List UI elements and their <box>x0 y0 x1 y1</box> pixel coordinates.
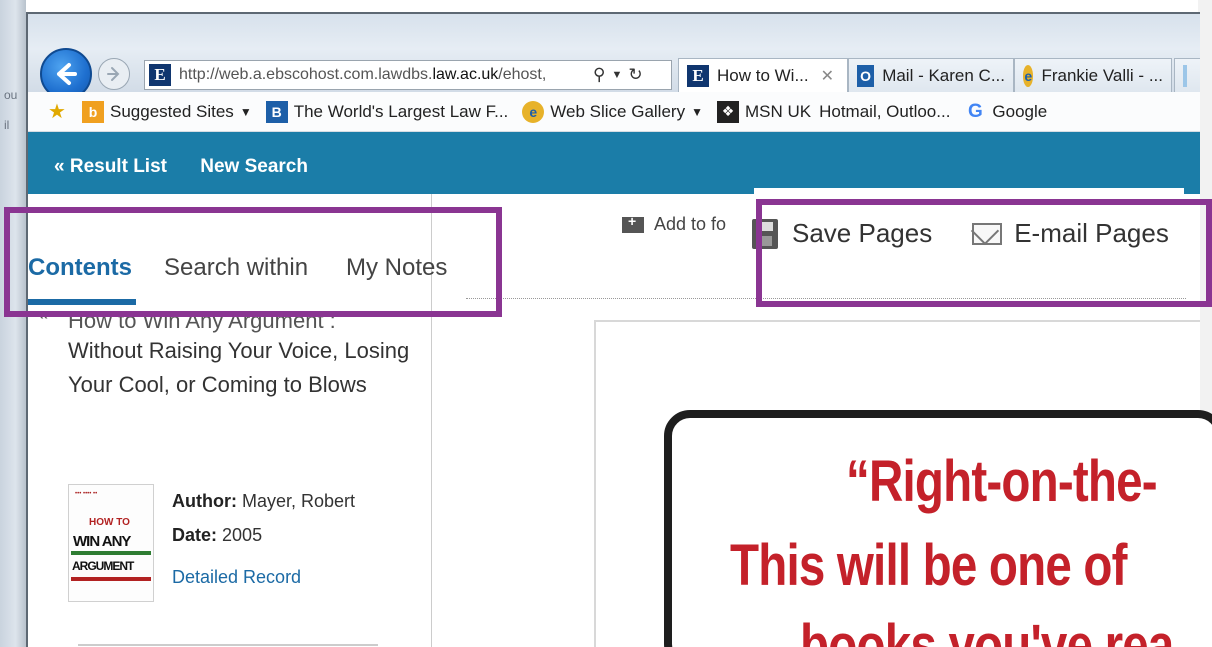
date-label: Date: <box>172 525 218 545</box>
new-search-link[interactable]: New Search <box>200 156 308 177</box>
msn-icon: ❖ <box>716 100 739 123</box>
refresh-icon[interactable]: ↻ <box>628 65 642 85</box>
author-label: Author: <box>172 491 237 511</box>
highlight-box-panel-tabs <box>4 207 502 317</box>
cover-band <box>71 551 151 555</box>
favorites-star-icon[interactable]: ★ <box>46 101 74 123</box>
favorite-label: Google <box>992 101 1048 121</box>
tab-how-to-win[interactable]: E How to Wi... ✕ <box>678 58 848 92</box>
page-text-line-2: This will be one of <box>730 533 1127 598</box>
book-meta: Author: Mayer, Robert Date: 2005 Detaile… <box>172 484 355 594</box>
ebsco-nav-bar: « Result List New Search <box>28 132 1200 194</box>
favorite-google[interactable]: G Google <box>964 101 1047 123</box>
tab-label: Frankie Valli - ... <box>1041 65 1163 85</box>
address-bar[interactable]: E http://web.a.ebscohost.com.lawdbs.law.… <box>144 60 672 90</box>
arrow-left-icon <box>57 63 77 85</box>
divider <box>78 644 378 646</box>
highlight-box-page-tools <box>756 199 1212 307</box>
favorite-hotmail[interactable]: Hotmail, Outloo... <box>819 102 950 122</box>
favorite-label: Suggested Sites <box>110 101 234 121</box>
author-value: Mayer, Robert <box>242 491 356 511</box>
ie-icon: e <box>1023 64 1034 87</box>
favorite-law-firm[interactable]: B The World's Largest Law F... <box>265 100 509 123</box>
detailed-record-link[interactable]: Detailed Record <box>172 560 355 594</box>
desktop-glyph: il <box>4 118 10 132</box>
close-icon[interactable]: ✕ <box>821 66 834 86</box>
tab-frankie-valli[interactable]: e Frankie Valli - ... <box>1014 58 1172 92</box>
folder-add-icon <box>622 213 644 233</box>
result-list-link[interactable]: « Result List <box>54 156 167 177</box>
favorite-label: The World's Largest Law F... <box>293 101 509 121</box>
forward-button[interactable] <box>98 58 130 90</box>
chevron-down-icon: ▼ <box>691 104 703 119</box>
cover-how-to: HOW TO <box>89 517 130 528</box>
twitter-icon <box>1183 64 1187 87</box>
ie-icon: e <box>522 100 545 123</box>
tab-label: Mail - Karen C... <box>882 65 1005 85</box>
cover-band <box>71 577 151 581</box>
browser-titlebar: E http://web.a.ebscohost.com.lawdbs.law.… <box>28 14 1200 100</box>
tab-mail[interactable]: O Mail - Karen C... <box>848 58 1014 92</box>
google-icon: G <box>968 100 983 122</box>
arrow-right-icon <box>107 67 120 81</box>
ebsco-e-icon: E <box>687 64 709 87</box>
desktop-edge-left: ou il <box>0 0 26 647</box>
cover-win-any: WIN ANY <box>73 533 131 550</box>
favorite-suggested-sites[interactable]: b Suggested Sites ▼ <box>82 100 252 123</box>
desktop-glyph: ou <box>4 88 18 102</box>
book-title: How to Win Any Argument : Without Raisin… <box>68 308 418 402</box>
ebsco-e-icon: E <box>149 64 171 86</box>
bing-icon: b <box>82 100 104 123</box>
outlook-icon: O <box>857 64 875 87</box>
tab-label: How to Wi... <box>717 65 809 85</box>
favorites-bar: ★ b Suggested Sites ▼ B The World's Larg… <box>28 92 1200 132</box>
favorite-label: Web Slice Gallery <box>550 101 686 121</box>
date-value: 2005 <box>222 525 263 545</box>
law-b-icon: B <box>265 100 288 123</box>
favorite-label: MSN UK <box>744 101 812 121</box>
star-icon: ★ <box>48 101 66 123</box>
cover-argument: ARGUMENT <box>72 559 134 573</box>
add-to-folder-button[interactable]: Add to fo <box>622 213 727 235</box>
page-text-line-1: “Right-on-the- <box>846 449 1158 514</box>
page-text-line-3: books you've rea <box>800 613 1174 647</box>
cover-blurb: ••• •••• •• <box>75 491 98 497</box>
favorite-web-slice-gallery[interactable]: e Web Slice Gallery ▼ <box>522 100 703 123</box>
book-title-text: Without Raising Your Voice, Losing Your … <box>68 338 410 397</box>
address-url[interactable]: http://web.a.ebscohost.com.lawdbs.law.ac… <box>179 66 587 84</box>
nav-bar-notch <box>754 188 1184 196</box>
book-cover-image[interactable]: ••• •••• •• HOW TO WIN ANY ARGUMENT <box>68 484 154 602</box>
add-to-folder-label: Add to fo <box>654 214 727 234</box>
chevron-down-icon: ▼ <box>239 104 252 119</box>
favorite-msn-uk[interactable]: ❖ MSN UK <box>716 100 812 123</box>
favorite-label: Hotmail, Outloo... <box>819 101 951 121</box>
search-icon[interactable]: ⚲ <box>593 65 605 85</box>
chevron-down-icon[interactable]: ▼ <box>611 69 622 81</box>
tab-twitter[interactable] <box>1174 58 1200 92</box>
